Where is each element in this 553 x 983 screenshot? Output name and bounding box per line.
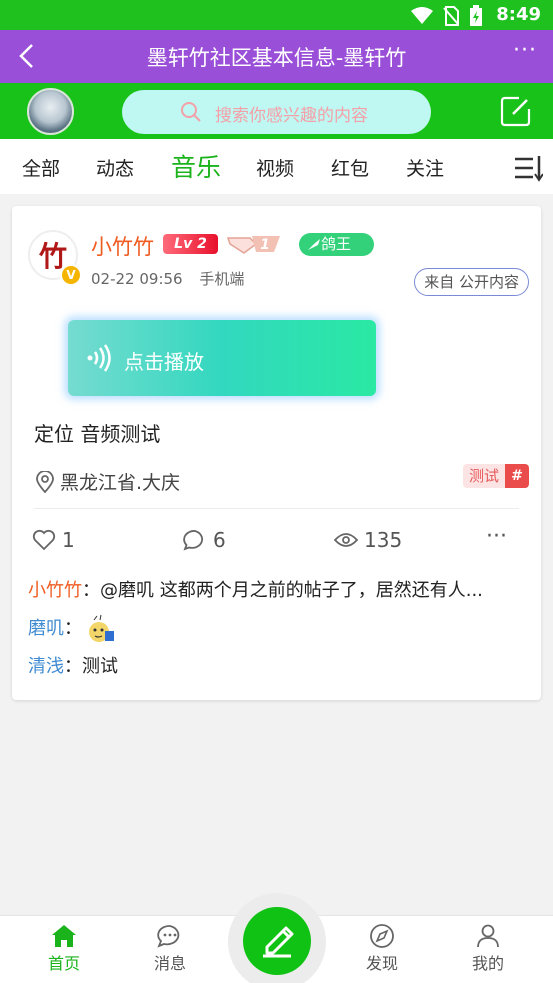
search-icon (181, 102, 201, 122)
commenter-name[interactable]: 小竹竹 (28, 572, 82, 610)
verified-badge-icon: V (60, 264, 82, 286)
home-icon (52, 925, 76, 947)
compass-icon (370, 924, 394, 948)
nav-mine[interactable]: 我的 (458, 924, 518, 974)
topic-tag[interactable]: 测试 # (462, 464, 529, 488)
hash-icon: # (505, 464, 529, 488)
source-badge[interactable]: 来自 公开内容 (414, 268, 529, 296)
battery-charging-icon (470, 5, 482, 26)
comment-item[interactable]: 磨叽 ： (28, 610, 528, 648)
user-icon (477, 924, 499, 948)
views-indicator: 135 (334, 528, 402, 552)
page-title: 墨轩竹社区基本信息-墨轩竹 (146, 46, 407, 70)
audio-play-button[interactable]: 点击播放 (68, 320, 376, 396)
divider (34, 508, 519, 509)
nav-discover-label: 发现 (365, 954, 398, 973)
commenter-name[interactable]: 清浅 (28, 648, 64, 686)
no-sim-icon (443, 6, 459, 26)
more-menu-button[interactable]: ··· (513, 38, 537, 63)
tab-music[interactable]: 音乐 (171, 148, 221, 184)
author-name[interactable]: 小竹竹 (91, 231, 154, 261)
post-content: 定位 音频测试 (34, 422, 161, 446)
vip-diamond-badge: 1 (226, 236, 280, 254)
audio-play-label: 点击播放 (124, 350, 204, 374)
nav-messages[interactable]: 消息 (140, 924, 200, 974)
status-icons (411, 5, 483, 27)
comment-item[interactable]: 清浅 ： 测试 (28, 648, 528, 686)
comment-list: 小竹竹 ： @磨叽 这都两个月之前的帖子了，居然还有人... 磨叽 ： 清浅 ：… (28, 572, 528, 686)
comment-item[interactable]: 小竹竹 ： @磨叽 这都两个月之前的帖子了，居然还有人... (28, 572, 528, 610)
tab-all[interactable]: 全部 (22, 154, 60, 181)
status-bar: 8:49 (0, 0, 553, 30)
post-device: 手机端 (199, 270, 245, 288)
eye-icon (334, 533, 358, 547)
post-more-button[interactable]: ··· (486, 524, 507, 549)
tab-moments[interactable]: 动态 (96, 154, 134, 181)
topic-tag-label: 测试 (462, 464, 505, 488)
publish-button[interactable] (243, 907, 311, 975)
title-badge-label: 鸽王 (321, 235, 352, 253)
category-tabs: 全部 动态 音乐 视频 红包 关注 (0, 139, 553, 194)
post-date: 02-22 09:56 (91, 270, 183, 288)
tab-video[interactable]: 视频 (256, 154, 294, 181)
nav-mine-label: 我的 (471, 954, 504, 973)
search-input[interactable]: 搜索你感兴趣的内容 (122, 90, 431, 134)
post-location[interactable]: 黑龙江省.大庆 (36, 468, 180, 495)
tab-following[interactable]: 关注 (406, 154, 444, 181)
edit-pencil-icon (263, 926, 294, 958)
nav-discover[interactable]: 发现 (352, 924, 412, 974)
comment-count: 6 (213, 528, 226, 552)
title-bar: 墨轩竹社区基本信息-墨轩竹 ··· (0, 30, 553, 83)
comment-separator: ： (82, 580, 100, 601)
back-arrow-icon[interactable] (16, 43, 40, 69)
comment-button[interactable]: 6 (183, 528, 226, 552)
status-time: 8:49 (496, 4, 541, 25)
user-avatar[interactable] (27, 88, 74, 135)
location-pin-icon (36, 470, 54, 493)
sound-wave-icon (87, 344, 111, 372)
like-button[interactable]: 1 (32, 528, 75, 552)
nav-messages-label: 消息 (153, 954, 186, 973)
heart-icon (32, 529, 56, 551)
nav-home[interactable]: 首页 (34, 924, 94, 974)
post-card[interactable]: 竹 V 小竹竹 Lv 2 1 鸽王 02-22 09:56 手机端 来自 公开内… (12, 206, 541, 700)
commenter-name[interactable]: 磨叽 (28, 610, 64, 648)
nav-home-label: 首页 (47, 954, 80, 973)
compose-icon[interactable] (499, 94, 533, 128)
title-badge: 鸽王 (299, 233, 374, 256)
message-bubble-icon (157, 925, 180, 948)
view-count: 135 (364, 528, 403, 552)
tab-red-packet[interactable]: 红包 (331, 154, 369, 181)
pigeon-icon (308, 239, 320, 250)
search-bar-area: 搜索你感兴趣的内容 (0, 83, 553, 139)
vip-level: 1 (260, 237, 270, 253)
sort-menu-icon[interactable] (513, 153, 543, 183)
comment-text: 测试 (82, 656, 118, 677)
comment-bubble-icon (183, 530, 204, 551)
post-meta: 02-22 09:56 手机端 (91, 268, 244, 289)
comment-separator: ： (64, 618, 82, 639)
comment-text: @磨叽 这都两个月之前的帖子了，居然还有人... (100, 580, 483, 601)
wifi-icon (411, 7, 433, 24)
like-count: 1 (62, 528, 75, 552)
sticker-emoji-icon (89, 614, 114, 642)
search-placeholder: 搜索你感兴趣的内容 (215, 106, 368, 126)
level-badge: Lv 2 (163, 234, 218, 254)
location-text: 黑龙江省.大庆 (60, 472, 181, 494)
comment-separator: ： (64, 656, 82, 677)
